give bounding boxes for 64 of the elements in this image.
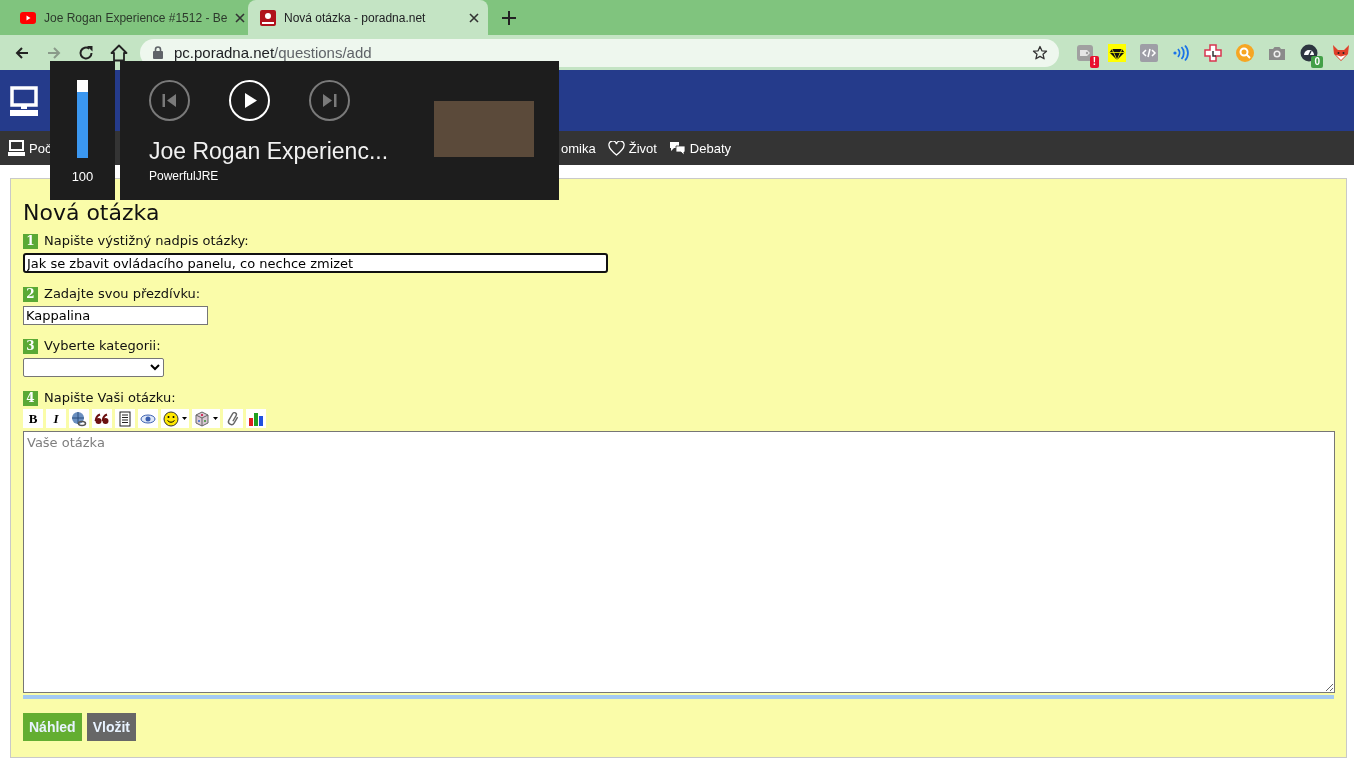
address-bar[interactable]: pc.poradna.net/questions/add [140, 38, 1059, 67]
notification-badge: 0 [1311, 55, 1323, 68]
speech-bubbles-icon[interactable] [668, 140, 686, 156]
bookmark-star-icon[interactable] [1032, 44, 1048, 61]
volume-reading: 100 [71, 169, 94, 185]
step-number: 1 [23, 233, 38, 249]
artist-name: PowerfulJRE [149, 169, 220, 184]
code-icon[interactable] [1140, 43, 1158, 62]
close-icon[interactable] [469, 12, 479, 23]
nav-link[interactable]: omika [561, 140, 596, 156]
new-tab-icon[interactable] [502, 10, 516, 25]
step-number: 2 [23, 286, 38, 302]
toolbar-button[interactable] [246, 409, 266, 428]
step-number: 4 [23, 390, 38, 406]
toolbar-button[interactable] [161, 409, 189, 428]
cross-icon[interactable] [1204, 43, 1222, 62]
video-logo-icon [20, 11, 36, 24]
text-input[interactable]: Jak se zbavit ovládacího panelu, co nechce zmizet [23, 253, 608, 273]
field-label: Napište Vaši otázku: [44, 390, 176, 406]
volume-slider[interactable] [77, 80, 88, 158]
field-label: Zadajte svou přezdívku: [44, 286, 201, 302]
paperclip-icon [225, 410, 241, 427]
fox-head-icon[interactable] [1332, 43, 1350, 62]
bold-button[interactable]: B [23, 409, 43, 428]
italic-button[interactable]: I [46, 409, 66, 428]
bar-chart-icon [248, 410, 264, 427]
document-icon [117, 410, 133, 427]
nav-link[interactable]: Poč [8, 140, 52, 156]
reload-icon[interactable] [78, 44, 94, 61]
back-icon[interactable] [14, 44, 30, 61]
smiley-icon [163, 410, 179, 427]
computer-icon[interactable] [8, 140, 25, 156]
volume-handle[interactable] [77, 80, 88, 92]
logo-icon [260, 9, 276, 26]
caret-icon [213, 417, 218, 420]
dice-icon [194, 410, 210, 427]
track-title: Joe Rogan Experienc... [149, 137, 390, 165]
question-textarea[interactable]: Vaše otázka [23, 431, 1335, 693]
field-label: Napište výstižný nadpis otázky: [44, 233, 249, 249]
category-select[interactable] [23, 358, 164, 377]
caret-icon [182, 417, 187, 420]
lock-icon[interactable] [153, 46, 163, 59]
step-number: 3 [23, 338, 38, 354]
tag-icon[interactable] [1076, 43, 1094, 62]
toolbar-button[interactable] [138, 409, 158, 428]
toolbar-button[interactable] [92, 409, 112, 428]
browser-tab[interactable]: Joe Rogan Experience #1512 - Be [8, 0, 248, 35]
globe-icon [71, 410, 87, 427]
toolbar-button[interactable] [115, 409, 135, 428]
home-icon[interactable] [110, 43, 128, 62]
signal-waves-icon[interactable] [1172, 43, 1190, 62]
notification-badge: ! [1089, 55, 1099, 68]
close-icon[interactable] [235, 12, 246, 23]
page-heading: Nová otázka [23, 200, 161, 226]
text-input[interactable]: Kappalina [23, 306, 208, 325]
submit-button[interactable]: Vložit [86, 713, 137, 741]
heart-icon[interactable] [607, 140, 625, 156]
computer-icon[interactable] [10, 85, 38, 116]
play-icon[interactable] [229, 80, 270, 121]
nav-link[interactable]: Život [607, 140, 657, 156]
nav-link[interactable]: Debaty [668, 140, 732, 156]
browser-tab[interactable]: Nová otázka - poradna.net [248, 0, 488, 35]
field-label: Vyberte kategorii: [44, 338, 161, 354]
toolbar-button[interactable] [69, 409, 89, 428]
